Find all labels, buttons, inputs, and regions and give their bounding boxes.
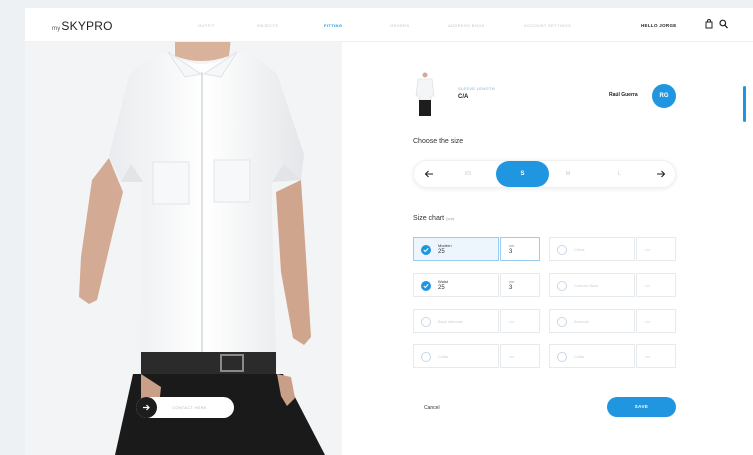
check-icon[interactable] [421, 281, 431, 291]
measure-field-contour-back[interactable]: Contour Back [549, 273, 635, 297]
measure-unit-collar-2[interactable]: cm [636, 344, 676, 368]
unchecked-icon[interactable] [421, 317, 431, 327]
unit-value: cm [645, 354, 651, 359]
measure-field-armhole[interactable]: Armhole [549, 309, 635, 333]
nav-item-address-book[interactable]: ADDRESS BOOK [448, 23, 485, 28]
shirt-model-illustration [25, 42, 342, 455]
arrow-left-icon[interactable] [424, 169, 434, 179]
top-navigation-bar: mySKYPRO OUTFIT OBJECTS FITTING ORDERS A… [25, 8, 753, 42]
fitting-panel [342, 42, 753, 455]
check-icon[interactable] [421, 245, 431, 255]
logo[interactable]: mySKYPRO [52, 19, 113, 33]
unit-value: cm [509, 354, 515, 359]
unit-label: cm [509, 243, 515, 248]
measure-field-back-intervals[interactable]: Back intervals [413, 309, 499, 333]
size-option-xs[interactable]: XS [458, 171, 478, 177]
contact-arrow-button[interactable] [136, 397, 157, 418]
measure-unit-waist[interactable]: cm 3 [500, 273, 540, 297]
measure-field-chest[interactable]: Chest [549, 237, 635, 261]
search-icon[interactable] [719, 19, 728, 29]
user-name: Raúl Guerra [609, 92, 638, 98]
measure-label: Collar [438, 354, 449, 359]
measure-label: Contour Back [574, 283, 599, 288]
contact-label: CONTACT HERE [172, 405, 207, 410]
shopping-bag-icon[interactable] [705, 19, 713, 29]
model-photo: CONTACT HERE [25, 42, 342, 455]
product-thumbnail [415, 72, 435, 116]
size-option-l[interactable]: L [609, 171, 629, 177]
measure-field-modern[interactable]: Modern 25 [413, 237, 499, 261]
unchecked-icon[interactable] [557, 317, 567, 327]
measure-label: Back intervals [438, 319, 463, 324]
measure-field-collar-2[interactable]: Collar [549, 344, 635, 368]
user-greeting[interactable]: HELLO JORGE [641, 23, 677, 28]
measure-value: 25 [438, 249, 445, 255]
unit-value: cm [645, 283, 651, 288]
logo-prefix: my [52, 26, 61, 32]
cancel-button[interactable]: Cancel [424, 405, 440, 411]
unchecked-icon[interactable] [557, 281, 567, 291]
size-option-s-selected[interactable]: S [496, 161, 549, 187]
unchecked-icon[interactable] [421, 352, 431, 362]
size-chart-unit-note: (cm) [446, 216, 455, 221]
app-frame: mySKYPRO OUTFIT OBJECTS FITTING ORDERS A… [25, 8, 753, 455]
measure-unit-armhole[interactable]: cm [636, 309, 676, 333]
nav-item-orders[interactable]: ORDERS [390, 23, 410, 28]
measure-label: Chest [574, 247, 585, 252]
unit-value: cm [509, 319, 515, 324]
sleeve-length-label: SLEEVE LENGTH [458, 86, 495, 91]
measure-label: Armhole [574, 319, 589, 324]
sleeve-length-value: C/A [458, 94, 469, 100]
scrollbar-thumb[interactable] [743, 86, 746, 122]
unchecked-icon[interactable] [557, 245, 567, 255]
arrow-right-icon[interactable] [656, 169, 666, 179]
measure-label: Modern [438, 243, 452, 248]
measure-unit-contour-back[interactable]: cm [636, 273, 676, 297]
measure-unit-collar[interactable]: cm [500, 344, 540, 368]
unit-value: 3 [509, 249, 513, 255]
measure-unit-modern[interactable]: cm 3 [500, 237, 540, 261]
unit-value: cm [645, 319, 651, 324]
measure-field-waist[interactable]: Waist 25 [413, 273, 499, 297]
measure-label: Collar [574, 354, 585, 359]
nav-item-fitting[interactable]: FITTING [324, 23, 342, 28]
nav-item-account-settings[interactable]: ACCOUNT SETTINGS [524, 23, 571, 28]
arrow-right-icon [143, 404, 150, 411]
save-button[interactable]: SAVE [607, 397, 676, 417]
logo-name: SKYPRO [61, 19, 113, 33]
avatar[interactable]: RG [652, 84, 676, 108]
contact-pill[interactable]: CONTACT HERE [136, 397, 234, 418]
unit-value: cm [645, 247, 651, 252]
measure-field-collar[interactable]: Collar [413, 344, 499, 368]
choose-size-heading: Choose the size [413, 138, 464, 145]
measure-unit-chest[interactable]: cm [636, 237, 676, 261]
measure-value: 25 [438, 285, 445, 291]
size-chart-title: Size chart [413, 215, 445, 222]
size-option-m[interactable]: M [558, 171, 578, 177]
unit-value: 3 [509, 285, 513, 291]
measure-label: Waist [438, 279, 448, 284]
unchecked-icon[interactable] [557, 352, 567, 362]
size-chart-heading: Size chart (cm) [413, 215, 454, 222]
nav-item-objects[interactable]: OBJECTS [257, 23, 278, 28]
unit-label: cm [509, 279, 515, 284]
nav-item-outfit[interactable]: OUTFIT [198, 23, 215, 28]
measure-unit-back-intervals[interactable]: cm [500, 309, 540, 333]
